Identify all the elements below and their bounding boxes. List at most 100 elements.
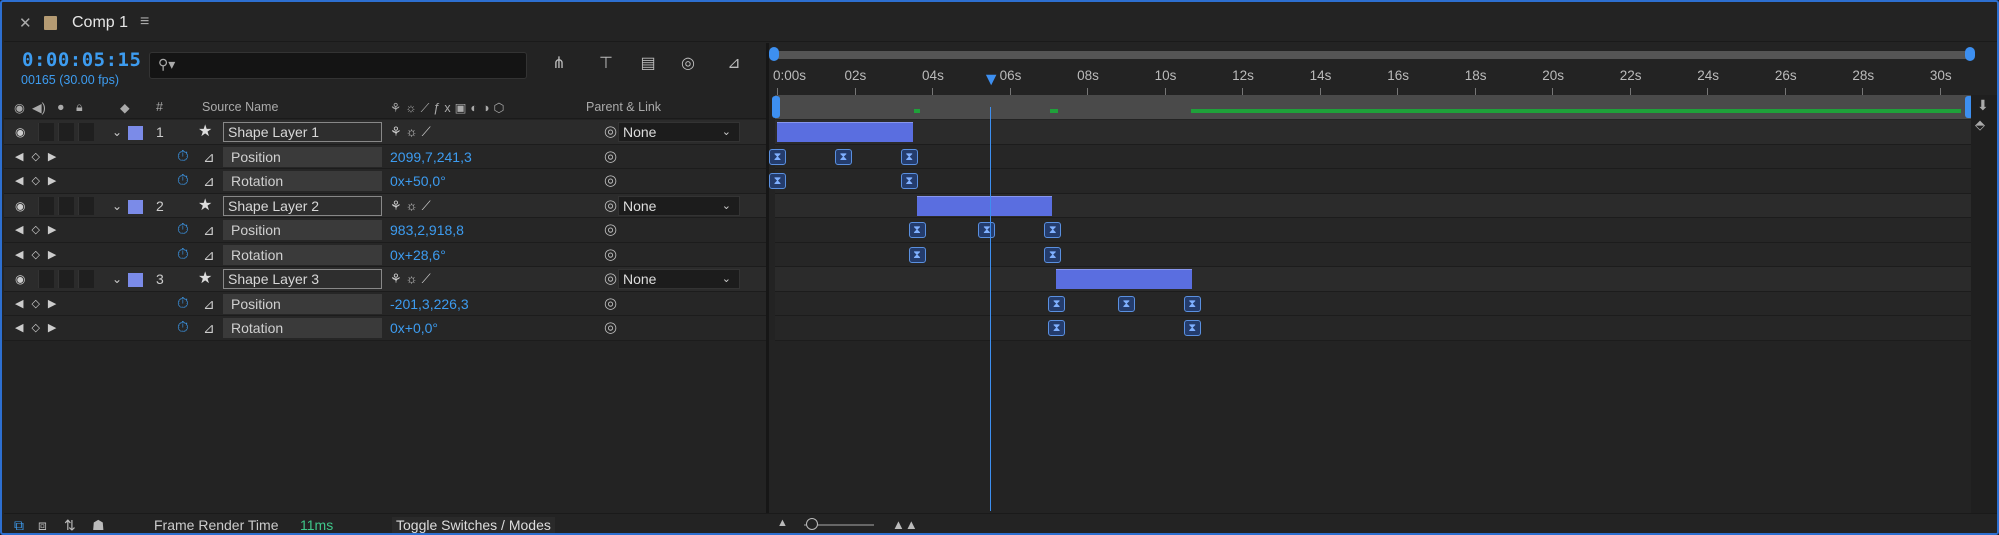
keyframe-navigator[interactable]: ◀◇▶ bbox=[15, 316, 64, 340]
graph-icon[interactable]: ⊿ bbox=[203, 243, 215, 267]
keyframe[interactable]: ⧗ bbox=[978, 222, 996, 238]
keyframe-navigator[interactable]: ◀◇▶ bbox=[15, 292, 64, 316]
zoom-out-icon[interactable]: ▲ bbox=[777, 517, 788, 529]
chevron-down-icon[interactable]: ⌄ bbox=[112, 267, 122, 291]
comp-marker-icon[interactable]: ⬇ bbox=[1977, 97, 1989, 114]
time-navigator-start-handle[interactable] bbox=[769, 47, 779, 61]
parent-select[interactable]: None ⌄ bbox=[618, 195, 740, 216]
time-ruler[interactable]: 0:00s 02s 04s 06s 08s 10s 12s 14s 16s 18s 20s 22s 24… bbox=[773, 61, 1971, 95]
graph-icon[interactable]: ⊿ bbox=[203, 169, 215, 193]
timeline-panel[interactable]: 0:00s 02s 04s 06s 08s 10s 12s 14s 16s 18s 20s 22s 24… bbox=[769, 43, 1997, 513]
property-value[interactable]: 0x+28,6° bbox=[390, 243, 446, 267]
property-track[interactable]: ⧗ ⧗ ⧗ bbox=[775, 291, 1971, 316]
label-tag-icon[interactable]: ◆ bbox=[120, 100, 130, 115]
property-track[interactable]: ⧗ ⧗ ⧗ bbox=[775, 218, 1971, 243]
property-track[interactable]: ⧗ ⧗ bbox=[775, 316, 1971, 341]
audio-switch-icon[interactable]: ◀) bbox=[32, 100, 46, 115]
comp-button-icon[interactable]: ⬘ bbox=[1975, 117, 1985, 133]
graph-icon[interactable]: ⊿ bbox=[203, 316, 215, 340]
layer-name[interactable]: Shape Layer 2 bbox=[223, 195, 382, 216]
layer-track[interactable] bbox=[775, 120, 1971, 145]
composition-flowchart-icon[interactable]: ⋔ bbox=[547, 53, 571, 75]
layer-track[interactable] bbox=[775, 267, 1971, 292]
time-navigator[interactable] bbox=[775, 51, 1971, 59]
playhead-line[interactable] bbox=[990, 107, 992, 511]
work-area-bar[interactable] bbox=[775, 95, 1971, 119]
audio-switch[interactable] bbox=[38, 123, 54, 141]
parent-select[interactable]: None ⌄ bbox=[618, 122, 740, 142]
keyframe[interactable]: ⧗ bbox=[908, 222, 926, 238]
layer-switches-toggle-icon[interactable]: ⧉ bbox=[14, 517, 24, 533]
eye-icon[interactable]: ◉ bbox=[15, 120, 25, 144]
layer-label-color[interactable] bbox=[128, 126, 143, 140]
property-track[interactable]: ⧗ ⧗ ⧗ bbox=[769, 144, 1971, 169]
pickwhip-icon[interactable]: ◎ bbox=[604, 267, 617, 291]
stopwatch-icon[interactable]: ⏱ bbox=[177, 218, 189, 242]
property-track[interactable]: ⧗ ⧗ bbox=[769, 169, 1971, 194]
eye-icon[interactable]: ◉ bbox=[15, 267, 25, 291]
layer-label-color[interactable] bbox=[128, 199, 143, 214]
keyframe[interactable]: ⧗ bbox=[769, 148, 786, 165]
search-input[interactable]: ⚲▾ bbox=[149, 52, 527, 79]
layer-row[interactable]: ◉ ⌄ 1 ★ Shape Layer 1 ⚘☼⟋ ◎ None ⌄ bbox=[4, 120, 766, 145]
frame-blending-icon[interactable]: ▤ bbox=[636, 53, 660, 75]
keyframe[interactable]: ⧗ bbox=[1048, 295, 1066, 312]
stopwatch-icon[interactable]: ⏱ bbox=[177, 316, 189, 340]
pickwhip-icon[interactable]: ◎ bbox=[604, 292, 617, 316]
layer-name[interactable]: Shape Layer 1 bbox=[223, 122, 382, 142]
motion-blur-icon[interactable]: ◎ bbox=[676, 53, 700, 75]
audio-switch[interactable] bbox=[38, 270, 54, 288]
render-time-toggle-icon[interactable]: ☗ bbox=[92, 517, 105, 533]
keyframe[interactable]: ⧗ bbox=[900, 148, 918, 165]
keyframe-navigator[interactable]: ◀◇▶ bbox=[15, 218, 64, 242]
in-out-toggle-icon[interactable]: ⇅ bbox=[64, 517, 76, 533]
property-track[interactable]: ⧗ ⧗ bbox=[775, 242, 1971, 267]
keyframe[interactable]: ⧗ bbox=[908, 246, 926, 263]
property-value[interactable]: 0x+0,0° bbox=[390, 316, 438, 340]
work-area-start-handle[interactable] bbox=[772, 96, 780, 118]
hamburger-icon[interactable]: ≡ bbox=[140, 13, 149, 31]
layer-switches[interactable]: ⚘☼⟋ bbox=[390, 194, 435, 218]
solo-switch[interactable] bbox=[58, 123, 74, 141]
property-value[interactable]: 0x+50,0° bbox=[390, 169, 446, 193]
property-row[interactable]: ◀◇▶ ⏱ ⊿ Position 2099,7,241,3 ◎ bbox=[4, 144, 766, 169]
layer-duration-bar[interactable] bbox=[777, 122, 913, 142]
pickwhip-icon[interactable]: ◎ bbox=[604, 194, 617, 218]
stopwatch-icon[interactable]: ⏱ bbox=[177, 243, 189, 267]
pickwhip-icon[interactable]: ◎ bbox=[604, 145, 617, 169]
keyframe-navigator[interactable]: ◀◇▶ bbox=[15, 169, 64, 193]
column-source-name[interactable]: Source Name bbox=[202, 100, 278, 114]
eye-icon[interactable]: ◉ bbox=[15, 194, 25, 218]
keyframe[interactable]: ⧗ bbox=[900, 173, 918, 189]
lock-switch-icon[interactable]: 🔒︎ bbox=[76, 100, 83, 115]
layer-track[interactable] bbox=[775, 193, 1971, 218]
chevron-down-icon[interactable]: ⌄ bbox=[112, 194, 122, 218]
stopwatch-icon[interactable]: ⏱ bbox=[177, 145, 189, 169]
keyframe[interactable]: ⧗ bbox=[1044, 222, 1062, 238]
keyframe[interactable]: ⧗ bbox=[1048, 320, 1066, 336]
property-row[interactable]: ◀◇▶ ⏱ ⊿ Rotation 0x+28,6° ◎ bbox=[4, 242, 766, 267]
property-value[interactable]: 983,2,918,8 bbox=[390, 218, 464, 242]
keyframe-navigator[interactable]: ◀◇▶ bbox=[15, 243, 64, 267]
solo-switch-icon[interactable]: ● bbox=[57, 100, 65, 114]
layer-switches[interactable]: ⚘☼⟋ bbox=[390, 267, 435, 291]
graph-icon[interactable]: ⊿ bbox=[203, 218, 215, 242]
layer-duration-bar[interactable] bbox=[1056, 269, 1192, 289]
time-navigator-end-handle[interactable] bbox=[1965, 47, 1975, 61]
solo-switch[interactable] bbox=[58, 270, 74, 288]
pickwhip-icon[interactable]: ◎ bbox=[604, 316, 617, 340]
current-time-display[interactable]: 0:00:05:15 bbox=[22, 49, 141, 71]
layer-label-color[interactable] bbox=[128, 273, 143, 287]
layer-row[interactable]: ◉ ⌄ 3 ★ Shape Layer 3 ⚘☼⟋ ◎ None ⌄ bbox=[4, 267, 766, 292]
solo-switch[interactable] bbox=[58, 196, 74, 215]
layer-switches[interactable]: ⚘☼⟋ bbox=[390, 120, 435, 144]
property-value[interactable]: 2099,7,241,3 bbox=[390, 145, 472, 169]
close-icon[interactable]: ✕ bbox=[19, 14, 32, 32]
playhead-icon[interactable]: ▼ bbox=[982, 69, 1000, 89]
keyframe[interactable]: ⧗ bbox=[834, 148, 852, 165]
graph-icon[interactable]: ⊿ bbox=[203, 145, 215, 169]
property-row[interactable]: ◀◇▶ ⏱ ⊿ Rotation 0x+0,0° ◎ bbox=[4, 316, 766, 341]
chevron-down-icon[interactable]: ⌄ bbox=[112, 120, 122, 144]
keyframe[interactable]: ⧗ bbox=[1183, 295, 1201, 312]
stopwatch-icon[interactable]: ⏱ bbox=[177, 169, 189, 193]
